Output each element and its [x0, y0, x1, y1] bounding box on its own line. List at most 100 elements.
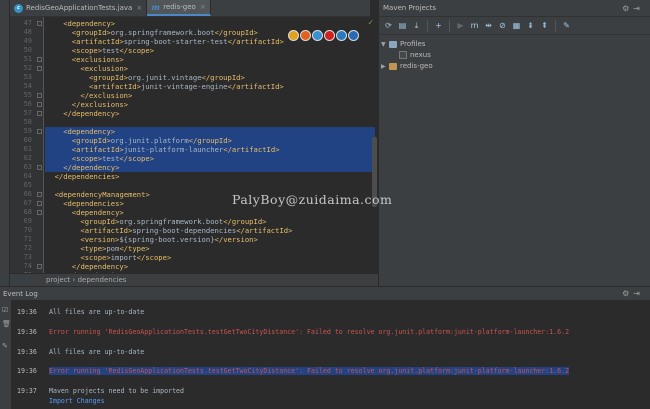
log-entry[interactable]: 19:36 Error running 'RedisGeoApplicationT… — [17, 327, 569, 337]
log-entry[interactable]: 19:37 Maven projects need to be imported — [17, 386, 184, 396]
tab-redis-geo[interactable]: m redis-geo × — [147, 0, 211, 16]
code-line[interactable]: <artifactId>junit-platform-launcher</art… — [46, 145, 376, 154]
line-number: 65 — [23, 181, 32, 189]
code-line[interactable]: <artifactId>junit-vintage-engine</artifa… — [46, 82, 376, 91]
code-text: <dependency> — [63, 127, 116, 136]
firefox-icon[interactable] — [300, 30, 311, 41]
code-line[interactable]: <scope>test</scope> — [46, 154, 376, 163]
opera-icon[interactable] — [324, 30, 335, 41]
log-timestamp: 19:36 — [17, 367, 37, 375]
inspection-ok-icon: ✓ — [368, 18, 374, 28]
code-line[interactable]: <exclusions> — [46, 55, 376, 64]
wrench-icon[interactable]: ✎ — [2, 342, 8, 350]
fold-marker-icon[interactable] — [37, 66, 42, 71]
breadcrumb-item-project[interactable]: project — [46, 276, 70, 284]
mark-read-icon[interactable]: ☑ — [2, 306, 8, 314]
import-changes-link[interactable]: Import Changes — [49, 397, 105, 405]
reimport-icon[interactable]: ⟳ — [383, 20, 394, 31]
hide-panel-icon[interactable]: ⇥ — [633, 4, 644, 13]
fold-marker-icon[interactable] — [37, 57, 42, 62]
line-number: 58 — [23, 118, 32, 126]
show-dependencies-icon[interactable]: ▦ — [511, 20, 522, 31]
close-icon[interactable]: × — [136, 4, 142, 12]
toggle-offline-icon[interactable]: ⇹ — [483, 20, 494, 31]
code-text: <artifactId>junit-platform-launcher</art… — [71, 145, 280, 154]
tab-label: redis-geo — [163, 3, 196, 11]
collapsed-arrow-icon[interactable]: ▶ — [381, 61, 389, 72]
fold-marker-icon[interactable] — [37, 210, 42, 215]
tab-redisgeoapplicationtests[interactable]: c RedisGeoApplicationTests.java × — [10, 0, 148, 16]
code-line[interactable]: <type>pom</type> — [46, 244, 376, 253]
fold-marker-icon[interactable] — [37, 192, 42, 197]
code-line[interactable]: </dependency> — [46, 163, 376, 172]
breadcrumb-item-dependencies[interactable]: dependencies — [78, 276, 127, 284]
code-line[interactable]: <scope>import</scope> — [46, 253, 376, 262]
tree-item-label: Profiles — [400, 40, 426, 48]
code-line[interactable]: <artifactId>spring-boot-dependencies</ar… — [46, 226, 376, 235]
event-log-header: Event Log ⚙⇥ — [0, 286, 650, 300]
log-message: All files are up-to-date — [49, 348, 145, 356]
code-line[interactable]: <groupId>org.junit.platform</groupId> — [46, 136, 376, 145]
code-line[interactable]: </dependencies> — [46, 172, 376, 181]
settings-icon[interactable]: ⚙ — [622, 289, 633, 298]
code-line[interactable]: <dependency> — [46, 208, 376, 217]
fold-marker-icon[interactable] — [37, 129, 42, 134]
line-number: 64 — [23, 172, 32, 180]
log-entry[interactable]: 19:36 All files are up-to-date — [17, 347, 144, 357]
fold-marker-icon[interactable] — [37, 111, 42, 116]
fold-marker-icon[interactable] — [37, 165, 42, 170]
collapse-all-icon[interactable]: ⇟ — [525, 20, 536, 31]
expand-all-icon[interactable]: ⇞ — [539, 20, 550, 31]
code-line[interactable]: <groupId>org.junit.vintage</groupId> — [46, 73, 376, 82]
ie-icon[interactable] — [336, 30, 347, 41]
fold-marker-icon[interactable] — [37, 201, 42, 206]
line-number: 73 — [23, 253, 32, 261]
line-number: 67 — [23, 199, 32, 207]
generate-sources-icon[interactable]: ▤ — [397, 20, 408, 31]
fold-marker-icon[interactable] — [37, 93, 42, 98]
download-icon[interactable]: ⤓ — [411, 20, 422, 31]
chrome-icon[interactable] — [288, 30, 299, 41]
close-icon[interactable]: × — [200, 3, 206, 11]
trash-icon[interactable]: 🗑 — [2, 320, 11, 328]
code-line[interactable]: </dependency> — [46, 109, 376, 118]
code-editor[interactable]: 47 48 49 50 51 52 53 54 55 56 57 58 59 60 61 62 63 64 65 66… — [10, 17, 378, 273]
maven-goal-icon[interactable]: m — [469, 20, 480, 31]
code-line[interactable]: </exclusions> — [46, 100, 376, 109]
tree-item-profiles[interactable]: ▼ Profiles — [381, 39, 425, 50]
code-line[interactable] — [46, 118, 376, 127]
code-line[interactable]: <exclusion> — [46, 64, 376, 73]
log-entry[interactable]: 19:36 Error running 'RedisGeoApplicationT… — [17, 366, 570, 376]
code-line[interactable]: <dependency> — [46, 19, 376, 28]
edge-icon[interactable] — [348, 30, 359, 41]
tree-item-project[interactable]: ▶ redis-geo — [381, 61, 433, 72]
add-icon[interactable]: + — [433, 20, 444, 31]
expanded-arrow-icon[interactable]: ▼ — [381, 39, 389, 50]
log-message: All files are up-to-date — [49, 308, 145, 316]
code-line[interactable]: <groupId>org.springframework.boot</group… — [46, 217, 376, 226]
code-line[interactable]: <version>${spring-boot.version}</version… — [46, 235, 376, 244]
settings-icon[interactable]: ⚙ — [622, 4, 633, 13]
fold-marker-icon[interactable] — [37, 264, 42, 269]
code-text: <dependency> — [71, 208, 124, 217]
hide-panel-icon[interactable]: ⇥ — [633, 289, 644, 298]
run-icon[interactable]: ▶ — [455, 20, 466, 31]
code-line[interactable]: </dependency> — [46, 262, 376, 271]
tree-item-profile-nexus[interactable]: nexus — [399, 50, 431, 61]
toolbar-separator — [555, 19, 556, 32]
code-line[interactable]: </exclusion> — [46, 91, 376, 100]
profile-checkbox[interactable] — [399, 51, 407, 59]
safari-icon[interactable] — [312, 30, 323, 41]
fold-marker-icon[interactable] — [37, 21, 42, 26]
code-line[interactable] — [46, 181, 376, 190]
fold-marker-icon[interactable] — [37, 102, 42, 107]
code-line[interactable]: <scope>test</scope> — [46, 46, 376, 55]
log-entry[interactable]: 19:36 All files are up-to-date — [17, 307, 144, 317]
wrench-icon[interactable]: ✎ — [561, 20, 572, 31]
line-number: 69 — [23, 217, 32, 225]
log-entry[interactable]: Import Changes — [17, 396, 105, 406]
skip-tests-icon[interactable]: ⊘ — [497, 20, 508, 31]
code-line[interactable]: <dependency> — [46, 127, 376, 136]
toolbar-separator — [449, 19, 450, 32]
code-text: <dependencyManagement> — [54, 190, 150, 199]
